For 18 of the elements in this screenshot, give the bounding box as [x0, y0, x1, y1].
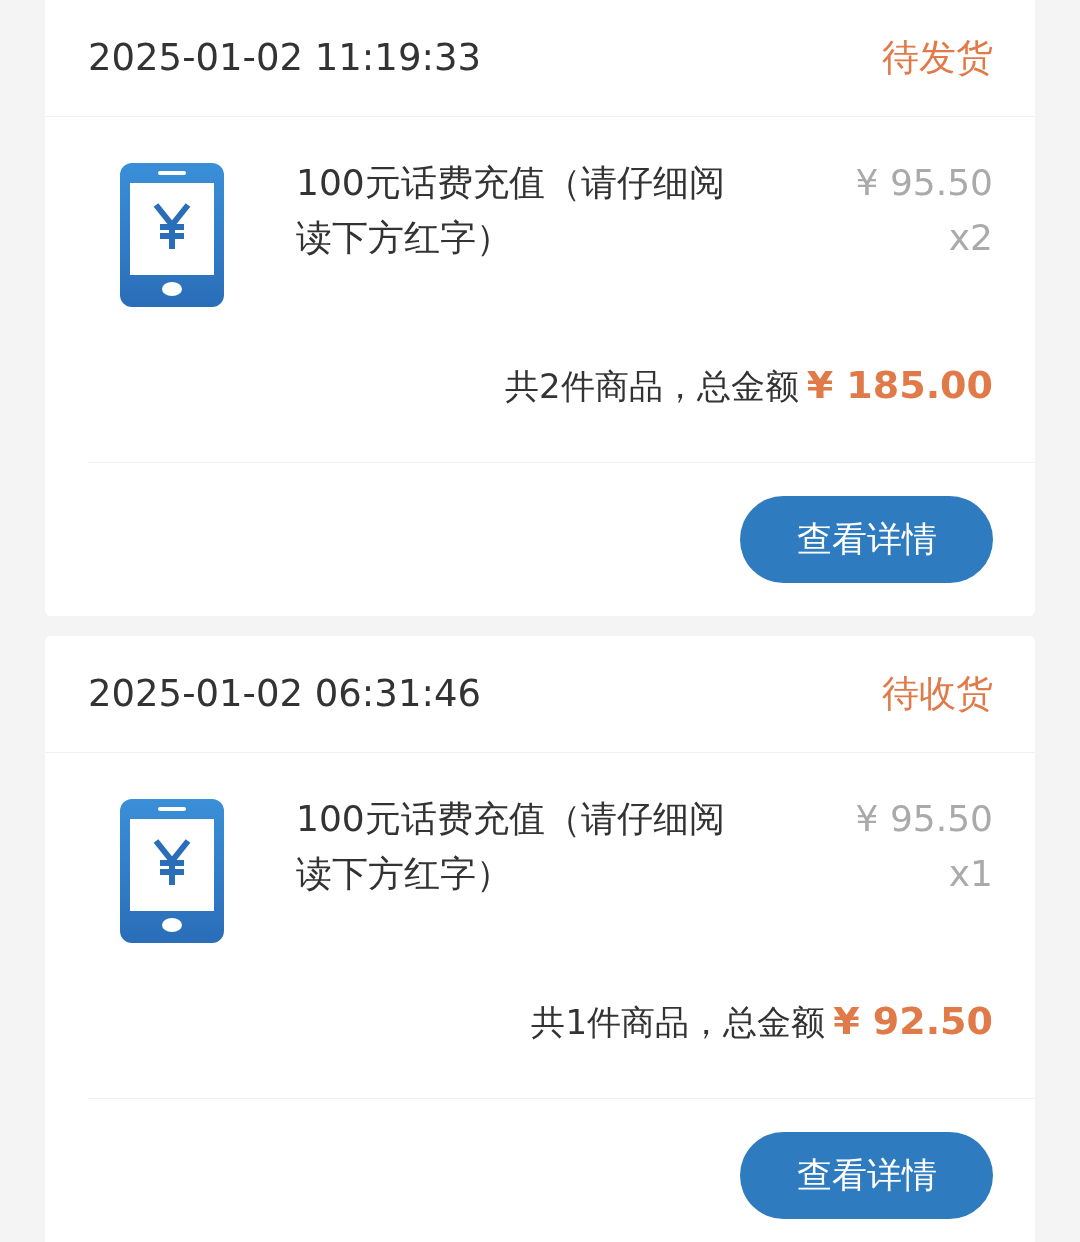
product-quantity: x2	[948, 216, 993, 260]
order-status: 待收货	[882, 671, 993, 718]
order-summary: 共1件商品，总金额	[531, 1001, 826, 1044]
view-details-button[interactable]: 查看详情	[740, 1132, 993, 1219]
view-details-button[interactable]: 查看详情	[740, 496, 993, 583]
order-time: 2025-01-02 11:19:33	[88, 35, 481, 82]
product-quantity: x1	[948, 852, 993, 896]
phone-yen-icon	[120, 163, 224, 307]
product-price: ¥ 95.50	[855, 161, 993, 205]
product-title: 100元话费充值（请仔细阅读下方红字）	[296, 161, 726, 260]
order-status: 待发货	[882, 35, 993, 82]
product-title: 100元话费充值（请仔细阅读下方红字）	[296, 797, 726, 896]
order-summary: 共2件商品，总金额	[505, 365, 799, 408]
phone-yen-icon	[120, 799, 224, 943]
order-total: ¥ 92.50	[833, 998, 993, 1045]
product-price: ¥ 95.50	[855, 797, 993, 841]
order-time: 2025-01-02 06:31:46	[88, 671, 481, 718]
order-total: ¥ 185.00	[806, 362, 993, 409]
